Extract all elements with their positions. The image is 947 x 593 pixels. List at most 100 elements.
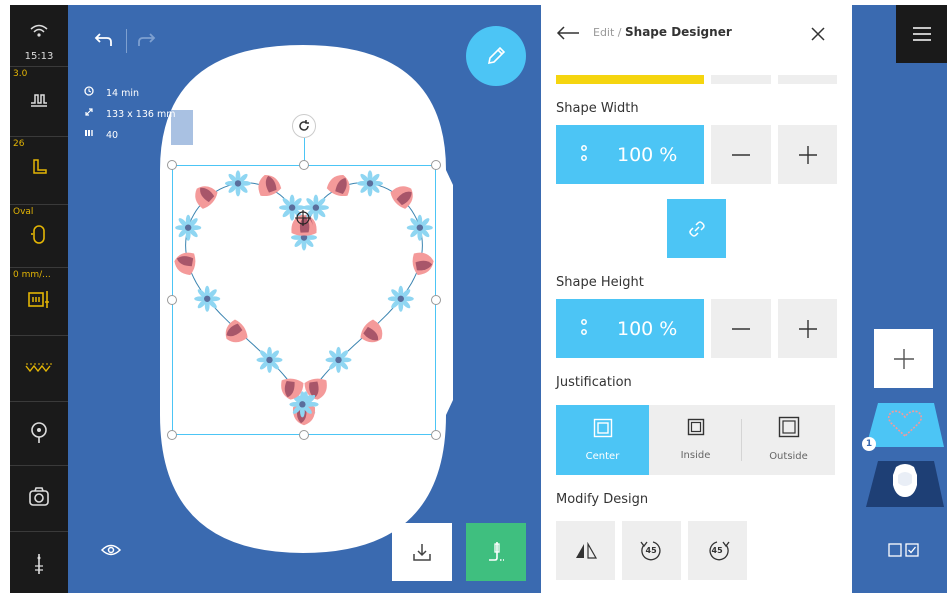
design-time: 14 min bbox=[106, 88, 140, 99]
pink-tulip bbox=[195, 186, 218, 209]
arrow-left-icon bbox=[556, 26, 579, 40]
modify-design-label: Modify Design bbox=[556, 492, 649, 507]
camera-icon bbox=[10, 486, 68, 512]
save-button[interactable] bbox=[392, 523, 452, 581]
mirror-button[interactable] bbox=[556, 521, 615, 580]
preview-button[interactable] bbox=[98, 539, 124, 561]
embroidery-canvas[interactable]: 14 min 133 x 136 mm 40 bbox=[68, 5, 541, 593]
location-button[interactable] bbox=[10, 402, 68, 466]
stitch-pattern-status[interactable] bbox=[10, 336, 68, 402]
shape-height-increase[interactable] bbox=[778, 299, 837, 358]
breadcrumb-parent[interactable]: Edit / bbox=[593, 26, 625, 39]
presser-foot-status[interactable]: 26 bbox=[10, 137, 68, 205]
close-icon bbox=[811, 27, 825, 41]
toolbar-divider bbox=[126, 29, 127, 53]
pink-tulip bbox=[258, 175, 282, 197]
blue-flower bbox=[387, 285, 414, 312]
eye-icon bbox=[100, 544, 122, 556]
rotate-left-icon: 45 bbox=[638, 539, 666, 563]
start-stitch-button[interactable] bbox=[466, 523, 526, 581]
menu-button[interactable] bbox=[896, 5, 947, 63]
zigzag-stitch-icon bbox=[10, 360, 68, 379]
shape-width-label: Shape Width bbox=[556, 101, 639, 116]
needle-position-button[interactable] bbox=[10, 532, 68, 593]
clock-time: 15:13 bbox=[24, 51, 54, 62]
presser-foot-icon bbox=[10, 157, 68, 183]
oval-hoop-icon bbox=[10, 223, 68, 251]
color-count-row: 40 bbox=[84, 125, 175, 146]
thread-value: 0 mm/... bbox=[13, 270, 51, 280]
thread-status[interactable]: 0 mm/... bbox=[10, 268, 68, 336]
inside-justify-icon bbox=[687, 418, 705, 440]
stitch-length-value: 3.0 bbox=[13, 69, 28, 79]
hoop-status[interactable]: Oval bbox=[10, 205, 68, 268]
pencil-icon bbox=[487, 46, 506, 65]
heart-flower-design[interactable] bbox=[172, 165, 436, 435]
design-list-sidebar: 1 bbox=[852, 5, 947, 593]
shape-height-decrease[interactable] bbox=[711, 299, 771, 358]
justification-label: Justification bbox=[556, 375, 632, 390]
download-icon bbox=[413, 544, 431, 561]
minus-icon bbox=[732, 327, 750, 330]
checkbox-select-icon bbox=[888, 543, 919, 557]
rotate-handle[interactable] bbox=[292, 114, 316, 138]
drag-handle-icon bbox=[580, 318, 588, 340]
undo-button[interactable] bbox=[88, 29, 118, 53]
design-size: 133 x 136 mm bbox=[106, 109, 176, 120]
wifi-icon bbox=[10, 23, 68, 43]
shape-height-value: 100 % bbox=[617, 317, 678, 340]
back-button[interactable] bbox=[553, 21, 583, 45]
resize-arrow-icon bbox=[84, 104, 94, 125]
justification-center-option[interactable]: Center bbox=[556, 405, 649, 475]
design-time-row: 14 min bbox=[84, 83, 175, 104]
design-thumbnail-hoop[interactable] bbox=[866, 461, 944, 507]
wifi-status[interactable]: 15:13 bbox=[10, 5, 68, 67]
blue-flower bbox=[357, 170, 383, 197]
blue-flower bbox=[406, 214, 433, 241]
rotate-left-45-button[interactable]: 45 bbox=[622, 521, 681, 580]
redo-button[interactable] bbox=[132, 29, 162, 53]
camera-button[interactable] bbox=[10, 466, 68, 532]
rotate-icon bbox=[299, 120, 309, 131]
add-design-button[interactable] bbox=[874, 329, 933, 388]
shape-width-increase[interactable] bbox=[778, 125, 837, 184]
pink-tulip bbox=[360, 319, 383, 343]
hamburger-icon bbox=[912, 27, 931, 41]
justification-outside-option[interactable]: Outside bbox=[742, 405, 835, 475]
pink-tulip bbox=[390, 186, 413, 209]
design-thumbnail-heart[interactable] bbox=[866, 403, 944, 447]
justification-inside-option[interactable]: Inside bbox=[649, 405, 742, 475]
progress-segment-active bbox=[556, 75, 704, 84]
design-info: 14 min 133 x 136 mm 40 bbox=[84, 83, 175, 146]
redo-icon bbox=[138, 33, 156, 46]
needle-thread-icon bbox=[10, 288, 68, 316]
rotate-left-label: 45 bbox=[645, 545, 657, 555]
edit-fab-button[interactable] bbox=[466, 26, 526, 86]
needle-icon bbox=[10, 552, 68, 582]
shape-height-field[interactable]: 100 % bbox=[556, 299, 704, 358]
rotate-right-label: 45 bbox=[711, 545, 723, 555]
blue-flower bbox=[225, 170, 251, 197]
rotate-right-45-button[interactable]: 45 bbox=[688, 521, 747, 580]
justification-outside-label: Outside bbox=[769, 451, 808, 462]
breadcrumb-current: Shape Designer bbox=[625, 25, 732, 39]
shape-width-value: 100 % bbox=[617, 143, 678, 166]
close-button[interactable] bbox=[805, 21, 831, 47]
undo-icon bbox=[94, 33, 112, 46]
shape-width-decrease[interactable] bbox=[711, 125, 771, 184]
stitch-length-icon bbox=[10, 89, 68, 115]
drag-handle-icon bbox=[580, 144, 588, 166]
blue-flower bbox=[256, 346, 283, 373]
stitch-length-status[interactable]: 3.0 bbox=[10, 67, 68, 137]
shape-width-field[interactable]: 100 % bbox=[556, 125, 704, 184]
rotate-right-icon: 45 bbox=[704, 539, 732, 563]
blue-flower bbox=[175, 214, 202, 241]
link-proportions-button[interactable] bbox=[667, 199, 726, 258]
needle-stitch-icon bbox=[489, 542, 504, 561]
blue-flower bbox=[325, 346, 352, 373]
status-sidebar: 15:13 3.0 26 Oval 0 mm/... bbox=[10, 5, 68, 593]
design-size-row: 133 x 136 mm bbox=[84, 104, 175, 125]
justification-inside-label: Inside bbox=[680, 450, 711, 461]
select-designs-button[interactable] bbox=[886, 539, 922, 561]
clock-icon bbox=[84, 83, 94, 104]
